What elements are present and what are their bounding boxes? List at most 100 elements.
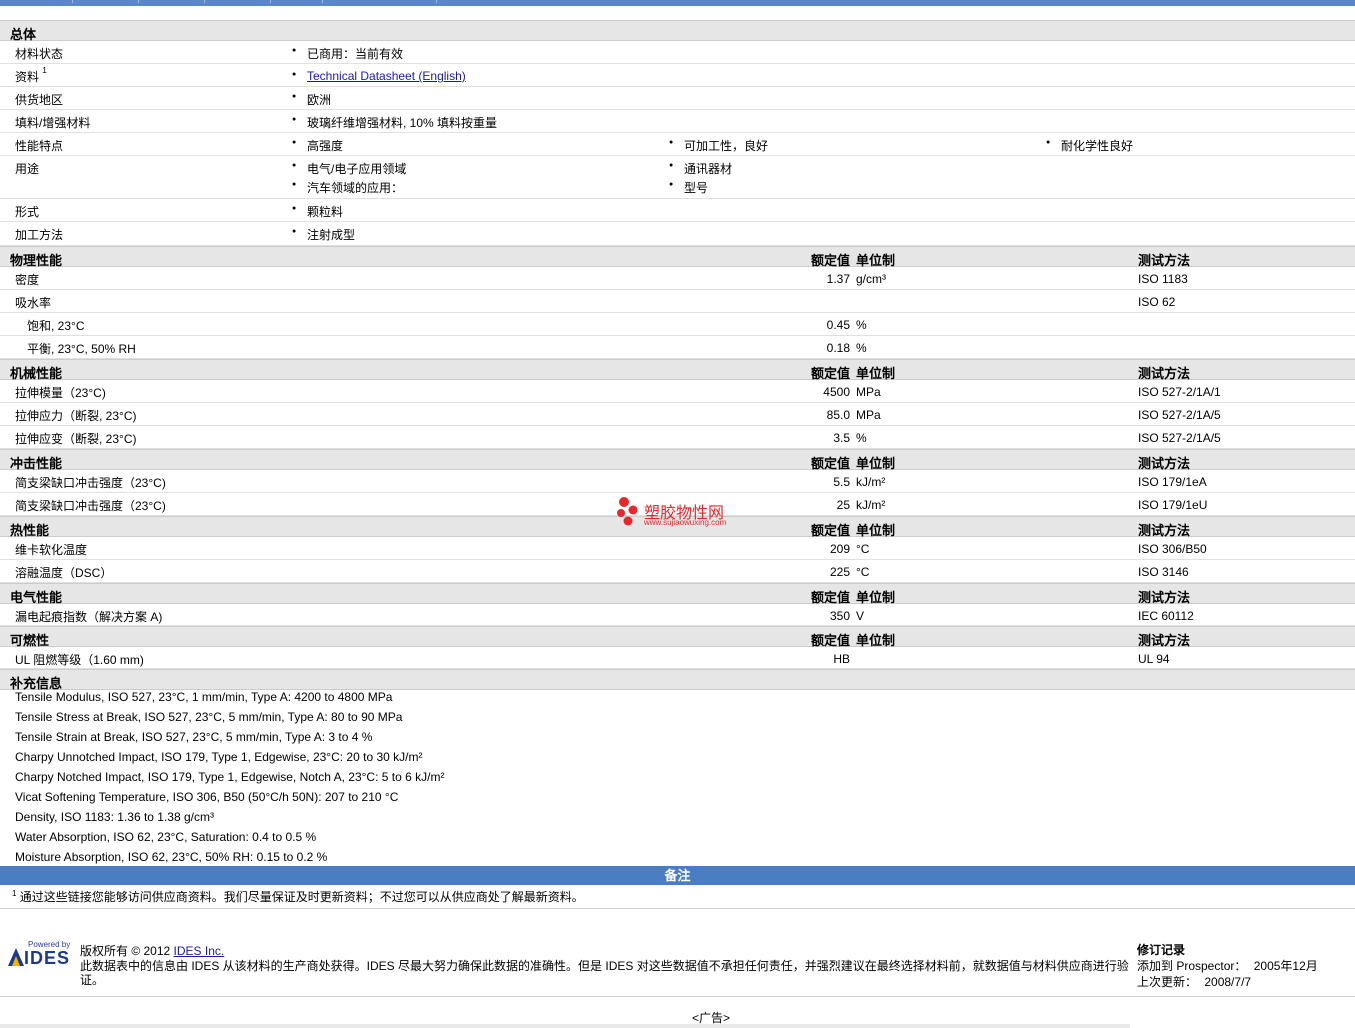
ides-logo-mark-icon: [8, 948, 24, 966]
row-label: 漏电起痕指数（解决方案 A): [15, 610, 163, 624]
row-value: 耐化学性良好: [1046, 137, 1133, 154]
ides-logo: Powered by IDES: [6, 940, 72, 970]
tab-divider: [436, 0, 437, 3]
row-label: 简支梁缺口冲击强度（23°C): [15, 499, 166, 513]
revision-title: 修订记录: [1137, 943, 1186, 957]
row-method: ISO 306/B50: [1138, 542, 1207, 556]
table-row: 平衡, 23°C, 50% RH 0.18 %: [0, 336, 1355, 359]
row-value: 已商用：当前有效: [292, 45, 403, 62]
row-method: UL 94: [1138, 652, 1170, 666]
watermark-dots-icon: [617, 497, 638, 526]
row-label: 拉伸应变（断裂, 23°C): [15, 432, 137, 446]
row-unit: kJ/m²: [856, 475, 886, 489]
general-row: 材料状态 已商用：当前有效: [0, 41, 1355, 64]
row-value: Technical Datasheet (English): [292, 69, 466, 83]
row-label: 饱和, 23°C: [27, 319, 85, 333]
horizontal-scrollbar[interactable]: [0, 1024, 1130, 1028]
row-label: 资料 1: [15, 66, 47, 84]
section-mechanical-header: 机械性能 额定值 单位制 测试方法: [0, 359, 1355, 381]
row-label: 性能特点: [15, 139, 64, 153]
section-general-header: 总体: [0, 20, 1355, 42]
row-unit: %: [856, 431, 867, 445]
table-row: 拉伸应变（断裂, 23°C) 3.5 % ISO 527-2/1A/5: [0, 426, 1355, 449]
row-value: 玻璃纤维增强材料, 10% 填料按重量: [292, 114, 497, 131]
row-value: 高强度: [292, 137, 343, 154]
row-value: 5.5: [833, 475, 850, 489]
row-value: 209: [829, 542, 850, 556]
table-row: 简支梁缺口冲击强度（23°C) 5.5 kJ/m² ISO 179/1eA: [0, 470, 1355, 493]
row-value: 85.0: [826, 408, 850, 422]
row-value: 可加工性，良好: [669, 137, 768, 154]
row-method: ISO 1183: [1138, 272, 1188, 286]
row-method: IEC 60112: [1138, 609, 1194, 623]
row-label: 简支梁缺口冲击强度（23°C): [15, 476, 166, 490]
supplement-line: Charpy Notched Impact, ISO 179, Type 1, …: [15, 770, 445, 784]
row-unit: MPa: [856, 408, 881, 422]
general-row: 性能特点 高强度 可加工性，良好 耐化学性良好: [0, 133, 1355, 156]
row-value: 0.45: [826, 318, 850, 332]
general-row: 资料 1 Technical Datasheet (English): [0, 64, 1355, 87]
row-label: 溶融温度（DSC）: [15, 566, 113, 580]
row-value: 注射成型: [292, 226, 355, 243]
general-row: 加工方法 注射成型: [0, 222, 1355, 246]
section-electrical-header: 电气性能 额定值 单位制 测试方法: [0, 583, 1355, 605]
row-label: UL 阻燃等级（1.60 mm): [15, 653, 144, 667]
row-method: ISO 3146: [1138, 565, 1189, 579]
row-value: 225: [829, 565, 850, 579]
technical-datasheet-link[interactable]: Technical Datasheet (English): [307, 69, 466, 83]
row-unit: MPa: [856, 385, 881, 399]
row-method: ISO 527-2/1A/5: [1138, 408, 1221, 422]
row-value: 通讯器材: [669, 160, 732, 177]
notes-text: 1 通过这些链接您能够访问供应商资料。我们尽量保证及时更新资料；不过您可以从供应…: [12, 889, 584, 904]
datasheet: 总体 材料状态 已商用：当前有效 资料 1 Technical Datashee…: [0, 20, 1355, 691]
supplement-line: Tensile Modulus, ISO 527, 23°C, 1 mm/min…: [15, 690, 393, 704]
revision-updated: 上次更新： 2008/7/7: [1137, 975, 1252, 989]
section-flammability-header: 可燃性 额定值 单位制 测试方法: [0, 626, 1355, 648]
row-value: 4500: [823, 385, 850, 399]
row-value: 型号: [669, 179, 708, 196]
row-unit: %: [856, 341, 867, 355]
row-unit: kJ/m²: [856, 498, 886, 512]
row-value: 汽车领域的应用：: [292, 179, 403, 196]
row-label: 加工方法: [15, 228, 64, 242]
row-method: ISO 527-2/1A/1: [1138, 385, 1221, 399]
row-label: 维卡软化温度: [15, 543, 88, 557]
tab-divider: [270, 0, 271, 3]
supplement-line: Tensile Stress at Break, ISO 527, 23°C, …: [15, 710, 403, 724]
row-value: 电气/电子应用领域: [292, 160, 406, 177]
row-value: HB: [833, 652, 850, 666]
row-value: 欧洲: [292, 91, 331, 108]
table-row: 溶融温度（DSC） 225 °C ISO 3146: [0, 560, 1355, 583]
row-label: 材料状态: [15, 47, 64, 61]
revision-added: 添加到 Prospector： 2005年12月: [1137, 959, 1318, 973]
table-row: 维卡软化温度 209 °C ISO 306/B50: [0, 537, 1355, 560]
top-accent-bar: [0, 0, 1355, 6]
row-value: 350: [829, 609, 850, 623]
row-label: 供货地区: [15, 93, 64, 107]
supplement-line: Density, ISO 1183: 1.36 to 1.38 g/cm³: [15, 810, 214, 824]
row-method: ISO 527-2/1A/5: [1138, 431, 1221, 445]
divider: [0, 996, 1355, 997]
row-method: ISO 62: [1138, 295, 1176, 309]
table-row: 拉伸应力（断裂, 23°C) 85.0 MPa ISO 527-2/1A/5: [0, 403, 1355, 426]
row-unit: g/cm³: [856, 272, 886, 286]
row-value: 颗粒料: [292, 203, 343, 220]
table-row: 拉伸模量（23°C) 4500 MPa ISO 527-2/1A/1: [0, 380, 1355, 403]
supplement-line: Water Absorption, ISO 62, 23°C, Saturati…: [15, 830, 317, 844]
disclaimer-cont: 证。: [80, 973, 105, 987]
row-value: 25: [836, 498, 850, 512]
row-unit: °C: [856, 542, 870, 556]
ides-link[interactable]: IDES Inc.: [174, 944, 225, 958]
general-row: 填料/增强材料 玻璃纤维增强材料, 10% 填料按重量: [0, 110, 1355, 133]
row-unit: %: [856, 318, 867, 332]
tab-divider: [204, 0, 205, 3]
row-method: ISO 179/1eA: [1138, 475, 1207, 489]
supplement-line: Vicat Softening Temperature, ISO 306, B5…: [15, 790, 399, 804]
row-label: 形式: [15, 205, 40, 219]
supplement-line: Tensile Strain at Break, ISO 527, 23°C, …: [15, 730, 373, 744]
row-label: 拉伸应力（断裂, 23°C): [15, 409, 137, 423]
row-label: 用途: [15, 162, 40, 176]
row-value: 0.18: [826, 341, 850, 355]
notes-header-bar: 备注: [0, 866, 1355, 885]
general-row: 用途 电气/电子应用领域 通讯器材 汽车领域的应用： 型号: [0, 156, 1355, 199]
